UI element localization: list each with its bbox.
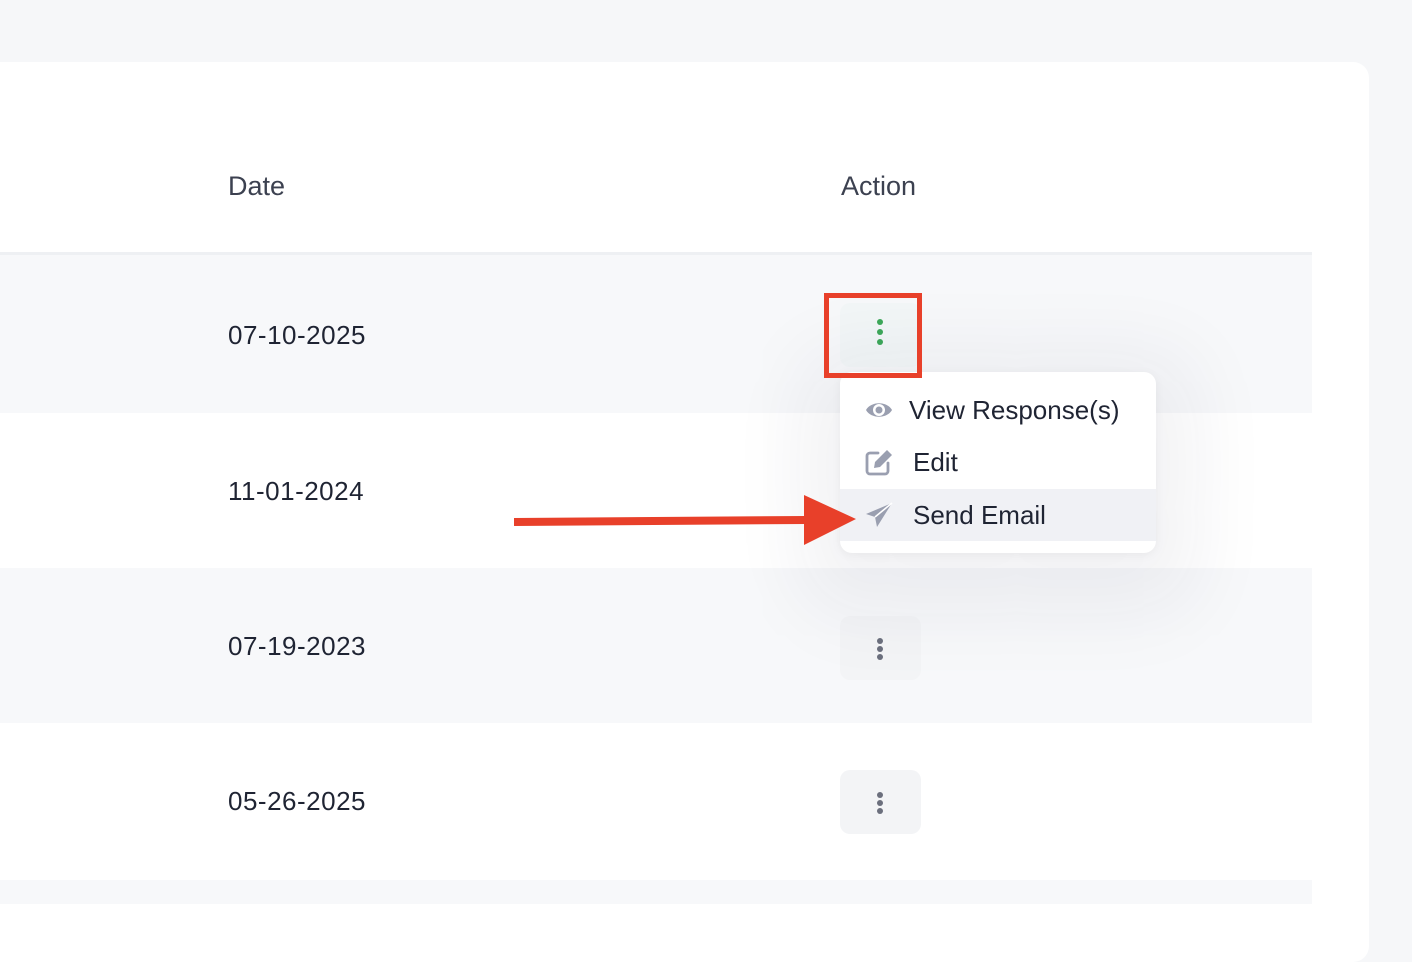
menu-item-send-email[interactable]: Send Email xyxy=(840,489,1156,541)
kebab-dot xyxy=(877,646,883,652)
menu-item-label: View Response(s) xyxy=(909,395,1120,425)
kebab-dot xyxy=(877,638,883,644)
menu-item-edit[interactable]: Edit xyxy=(840,436,1156,488)
table-row: 07-19-2023 xyxy=(0,568,1312,723)
date-cell: 07-19-2023 xyxy=(228,631,366,661)
send-icon xyxy=(866,502,893,527)
kebab-dot xyxy=(877,339,883,345)
kebab-dot xyxy=(877,800,883,806)
kebab-dot xyxy=(877,654,883,660)
column-header-action: Action xyxy=(841,171,917,201)
row-actions-button[interactable] xyxy=(840,303,921,367)
date-cell: 11-01-2024 xyxy=(228,476,365,506)
row-actions-button[interactable] xyxy=(840,770,921,834)
date-cell: 07-10-2025 xyxy=(228,320,366,350)
menu-item-label: Edit xyxy=(913,447,958,477)
table-row xyxy=(0,880,1312,904)
kebab-dot xyxy=(877,808,883,814)
kebab-dot xyxy=(877,792,883,798)
date-cell: 05-26-2025 xyxy=(228,786,366,816)
menu-item-label: Send Email xyxy=(913,500,1046,530)
row-actions-button[interactable] xyxy=(840,616,921,680)
annotation-arrow-icon xyxy=(514,495,856,545)
edit-icon xyxy=(865,450,892,476)
menu-item-view-responses[interactable]: View Response(s) xyxy=(840,384,1156,436)
kebab-dot xyxy=(877,319,883,325)
eye-icon xyxy=(866,403,892,417)
table-row: 05-26-2025 xyxy=(0,723,1312,880)
column-header-date: Date xyxy=(228,171,286,201)
row-action-menu: View Response(s) Edit Send Email xyxy=(840,372,1156,553)
kebab-dot xyxy=(877,329,883,335)
